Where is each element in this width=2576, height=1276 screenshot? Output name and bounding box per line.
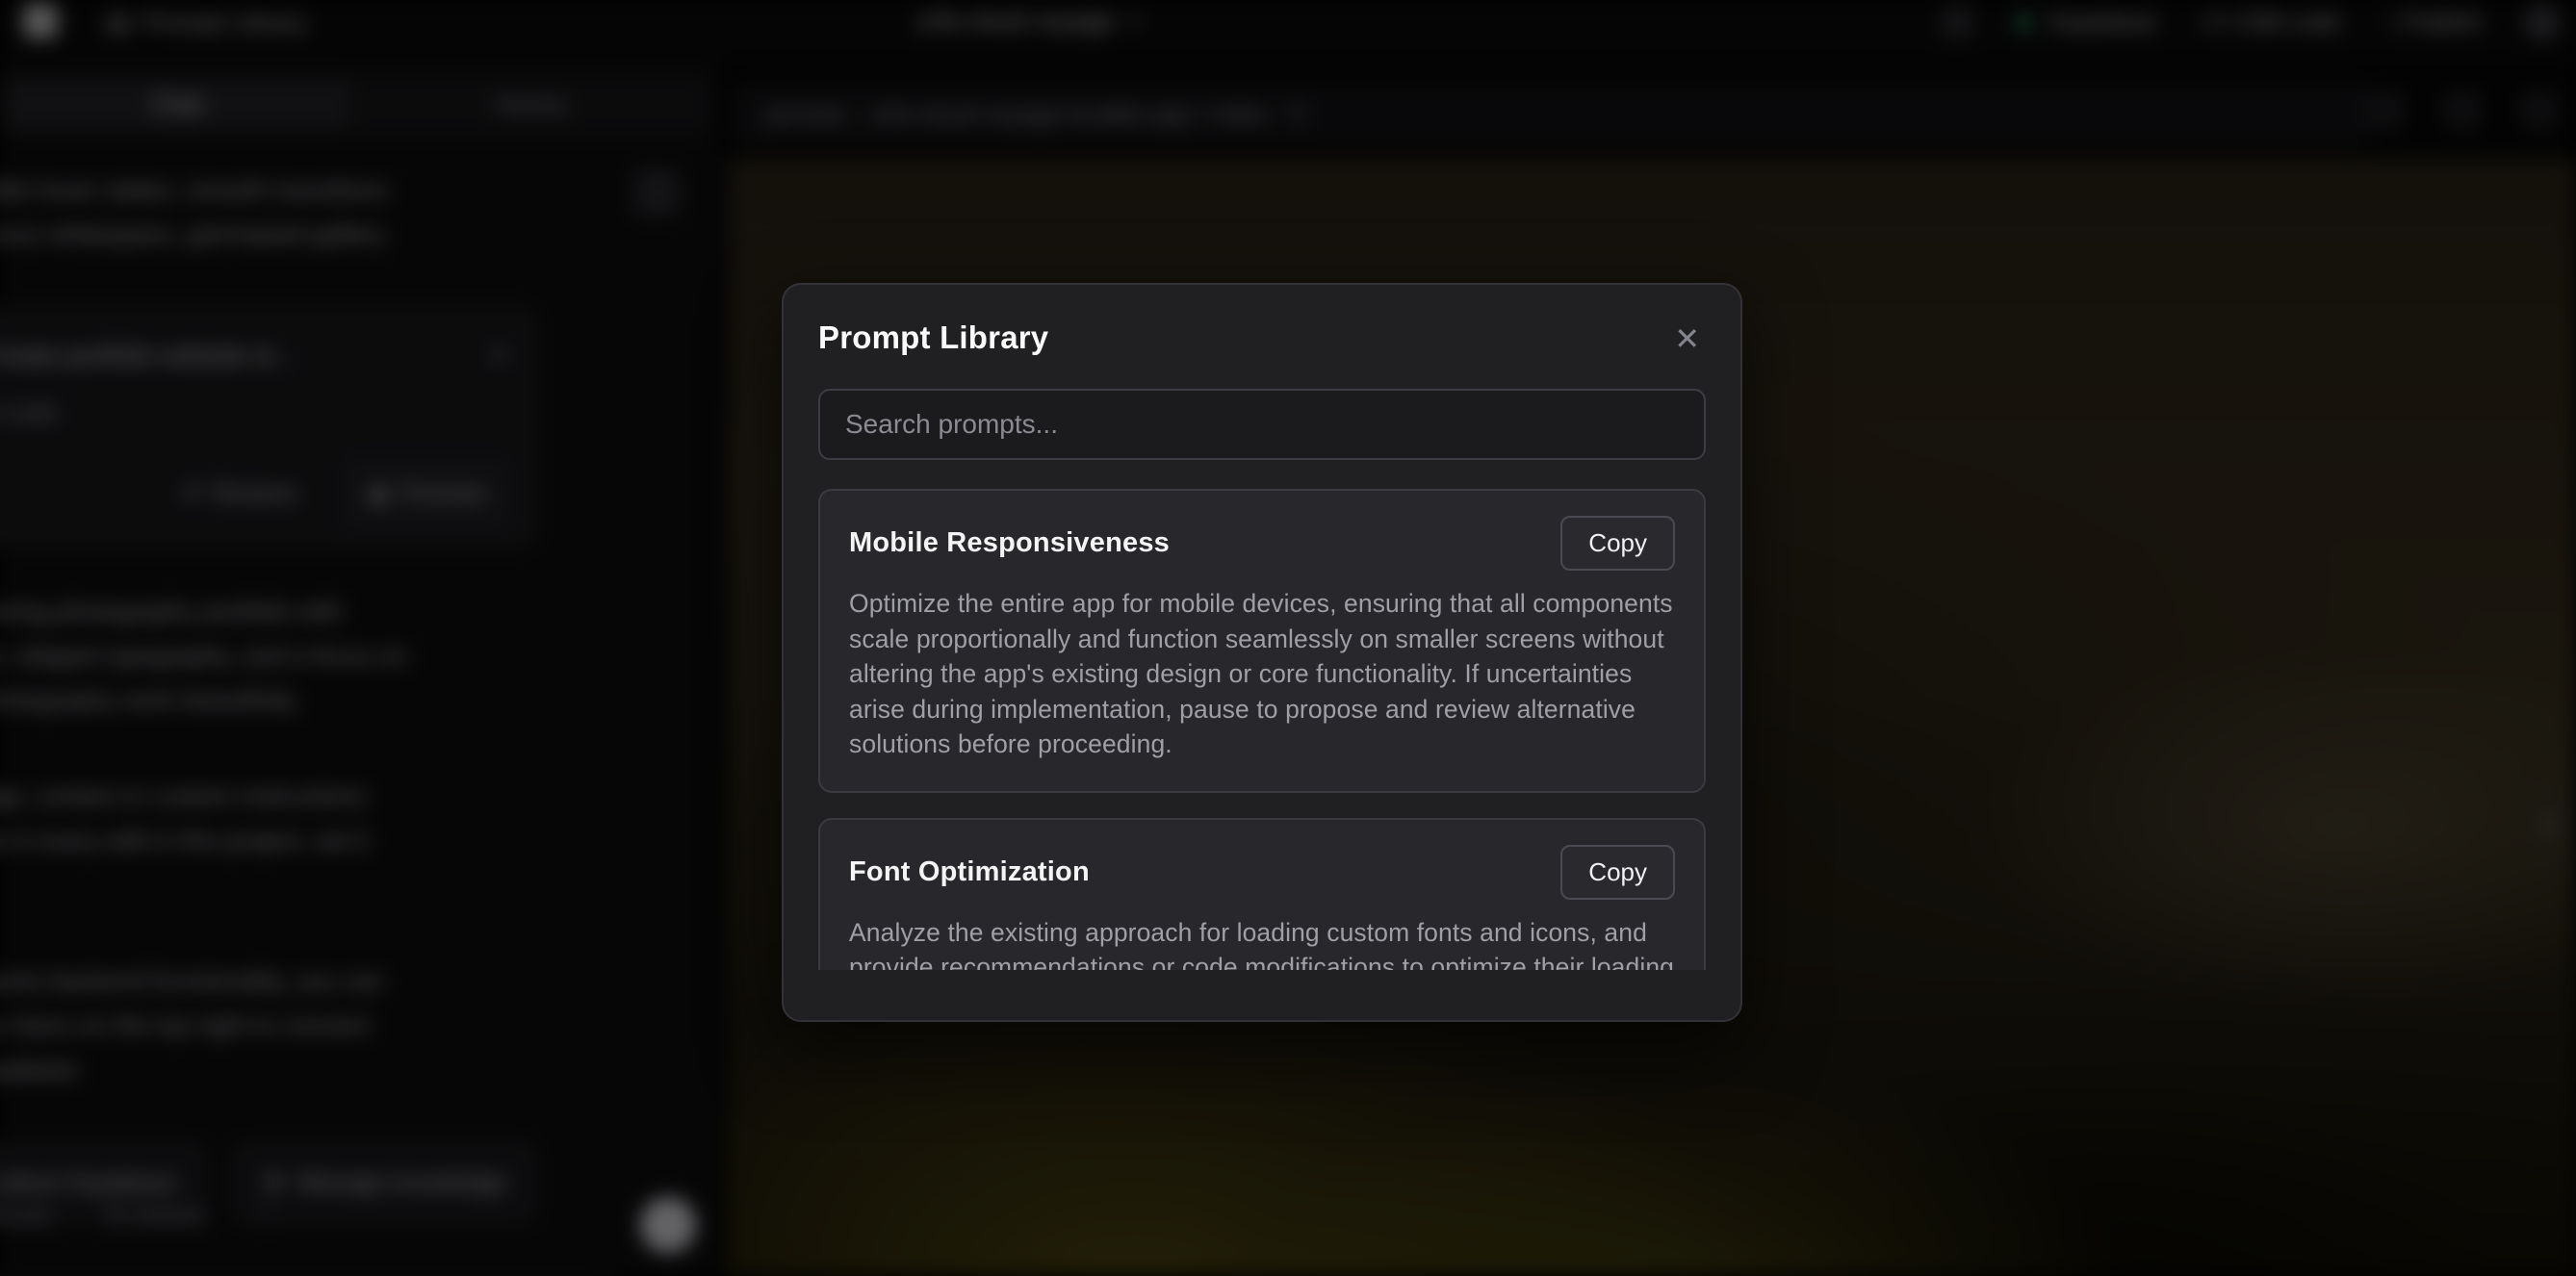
- search-input[interactable]: [818, 389, 1706, 460]
- prompt-title: Font Optimization: [849, 856, 1090, 888]
- prompt-description: Analyze the existing approach for loadin…: [849, 915, 1675, 971]
- prompt-description: Optimize the entire app for mobile devic…: [849, 586, 1675, 762]
- prompt-library-modal: Prompt Library ✕ Mobile Responsiveness C…: [782, 283, 1742, 1022]
- copy-button[interactable]: Copy: [1560, 845, 1675, 900]
- modal-title: Prompt Library: [818, 319, 1048, 356]
- prompt-card: Font Optimization Copy Analyze the exist…: [818, 818, 1706, 971]
- close-icon[interactable]: ✕: [1668, 319, 1706, 358]
- prompt-list[interactable]: Mobile Responsiveness Copy Optimize the …: [818, 489, 1706, 970]
- prompt-card: Mobile Responsiveness Copy Optimize the …: [818, 489, 1706, 793]
- app-root: ▤ Prompt Library urfa cloud voyage ▾ Sup…: [0, 0, 2576, 1276]
- modal-header: Prompt Library ✕: [818, 319, 1706, 358]
- copy-button[interactable]: Copy: [1560, 516, 1675, 571]
- prompt-title: Mobile Responsiveness: [849, 527, 1170, 559]
